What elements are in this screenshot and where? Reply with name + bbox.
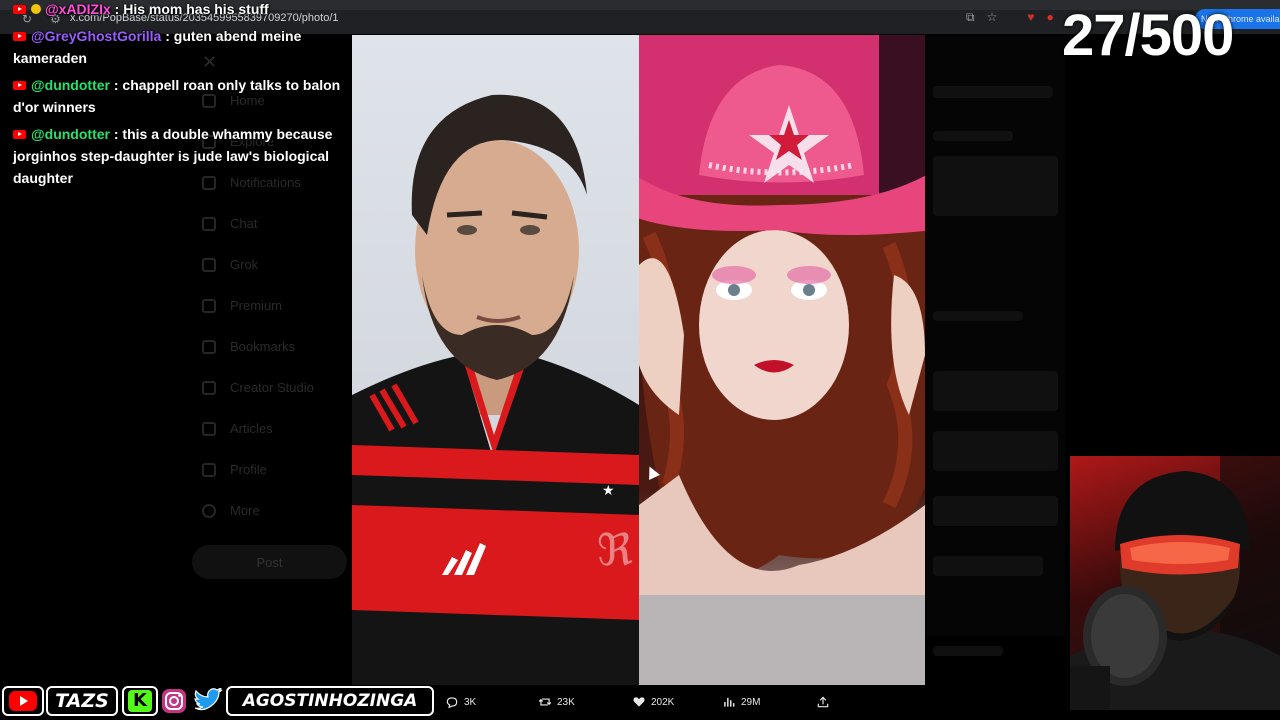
stream-frame: ↻ ⚙ x.com/PopBase/status/203545995583970… (0, 0, 1280, 720)
streamer-webcam (1070, 456, 1280, 710)
repost-icon (538, 698, 552, 706)
ghost-block (933, 646, 1003, 656)
extension-icon-2[interactable]: ● (1046, 10, 1053, 25)
sidebar-item-articles[interactable]: Articles (202, 421, 273, 436)
reply-count: 3K (464, 696, 477, 708)
chat-username: @dundotter (31, 77, 110, 93)
handle-badge: AGOSTINHOZINGA (226, 686, 434, 716)
photo-panel-footballer: ℜ ★ (352, 35, 639, 685)
youtube-badge (2, 686, 44, 716)
lightning-icon (202, 380, 216, 395)
svg-text:★: ★ (602, 483, 615, 499)
chat-username: @xADIZIx (45, 1, 111, 17)
repost-count: 23K (557, 696, 575, 708)
social-handles-banner: TAZS K AGOSTINHOZINGA (2, 684, 434, 718)
chat-username: @GreyGhostGorilla (31, 28, 162, 44)
goal-counter: 27/500 (1062, 3, 1234, 68)
sidebar-item-bookmarks[interactable]: Bookmarks (202, 339, 295, 354)
chat-message: @dundotter : this a double whammy becaus… (13, 123, 343, 189)
extension-icon[interactable]: ♥ (1027, 10, 1034, 25)
chat-username: @dundotter (31, 126, 110, 142)
member-badge-icon (31, 4, 41, 14)
mail-icon (202, 216, 216, 231)
grok-icon (202, 257, 216, 272)
view-count: 29M (741, 696, 761, 708)
ghost-block (933, 86, 1053, 98)
tweet-photo[interactable]: ℜ ★ (352, 35, 925, 685)
user-icon (202, 462, 216, 477)
x-right-column (925, 36, 1065, 656)
youtube-icon (13, 32, 26, 41)
chat-message: @dundotter : chappell roan only talks to… (13, 74, 343, 118)
chat-text: : His mom has his stuff (114, 1, 269, 17)
ghost-block (933, 371, 1058, 411)
ghost-block (933, 311, 1023, 321)
tweet-action-bar: 3K 23K 202K 29M (440, 690, 840, 716)
channel-name: TAZS (55, 690, 109, 712)
chat-message: @GreyGhostGorilla : guten abend meine ka… (13, 25, 343, 69)
twitter-bird-icon (194, 688, 223, 711)
repost-button[interactable]: 23K (538, 695, 575, 709)
bookmark-star-icon[interactable]: ☆ (987, 10, 998, 25)
social-handle: AGOSTINHOZINGA (242, 691, 418, 711)
sidebar-item-grok[interactable]: Grok (202, 257, 258, 272)
reply-icon (446, 697, 458, 709)
twitter-badge (191, 686, 225, 716)
address-bar-actions: ⧉ ☆ ♥ ● (966, 10, 1054, 25)
youtube-icon (13, 5, 26, 14)
sidebar-item-profile[interactable]: Profile (202, 462, 267, 477)
bar-chart-icon (724, 697, 735, 707)
instagram-logo-icon (162, 689, 186, 713)
kick-badge: K (122, 686, 158, 716)
chat-message: @xADIZIx : His mom has his stuff (13, 0, 343, 20)
ghost-block (933, 131, 1013, 141)
article-icon (202, 421, 216, 436)
streamer-illustration (1070, 456, 1280, 710)
like-button[interactable]: 202K (632, 695, 674, 709)
channel-name-badge: TAZS (46, 686, 118, 716)
share-icon (817, 696, 829, 708)
more-circle-icon (202, 503, 216, 518)
ghost-block (933, 556, 1043, 576)
kick-logo-icon: K (128, 690, 152, 712)
youtube-icon (13, 130, 26, 139)
share-button[interactable] (816, 695, 830, 709)
heart-icon (633, 697, 645, 707)
youtube-logo-icon (9, 691, 37, 711)
reply-button[interactable]: 3K (445, 695, 476, 709)
instagram-badge (158, 686, 190, 716)
install-app-icon[interactable]: ⧉ (966, 10, 975, 25)
sidebar-item-creator-studio[interactable]: Creator Studio (202, 380, 314, 395)
svg-text:ℜ: ℜ (597, 525, 633, 576)
youtube-icon (13, 81, 26, 90)
ghost-block (933, 496, 1058, 526)
ghost-block (933, 431, 1058, 471)
like-count: 202K (651, 696, 675, 708)
footballer-illustration: ℜ ★ (352, 94, 639, 685)
singer-illustration (639, 35, 925, 685)
photo-panel-singer (639, 35, 925, 685)
sidebar-item-more[interactable]: More (202, 503, 260, 518)
views-button[interactable]: 29M (722, 695, 760, 709)
bookmark-icon (202, 339, 216, 354)
x-premium-icon (202, 298, 216, 313)
sidebar-item-chat[interactable]: Chat (202, 216, 257, 231)
ghost-block (933, 156, 1058, 216)
sidebar-item-premium[interactable]: Premium (202, 298, 282, 313)
post-button[interactable]: Post (192, 545, 347, 579)
